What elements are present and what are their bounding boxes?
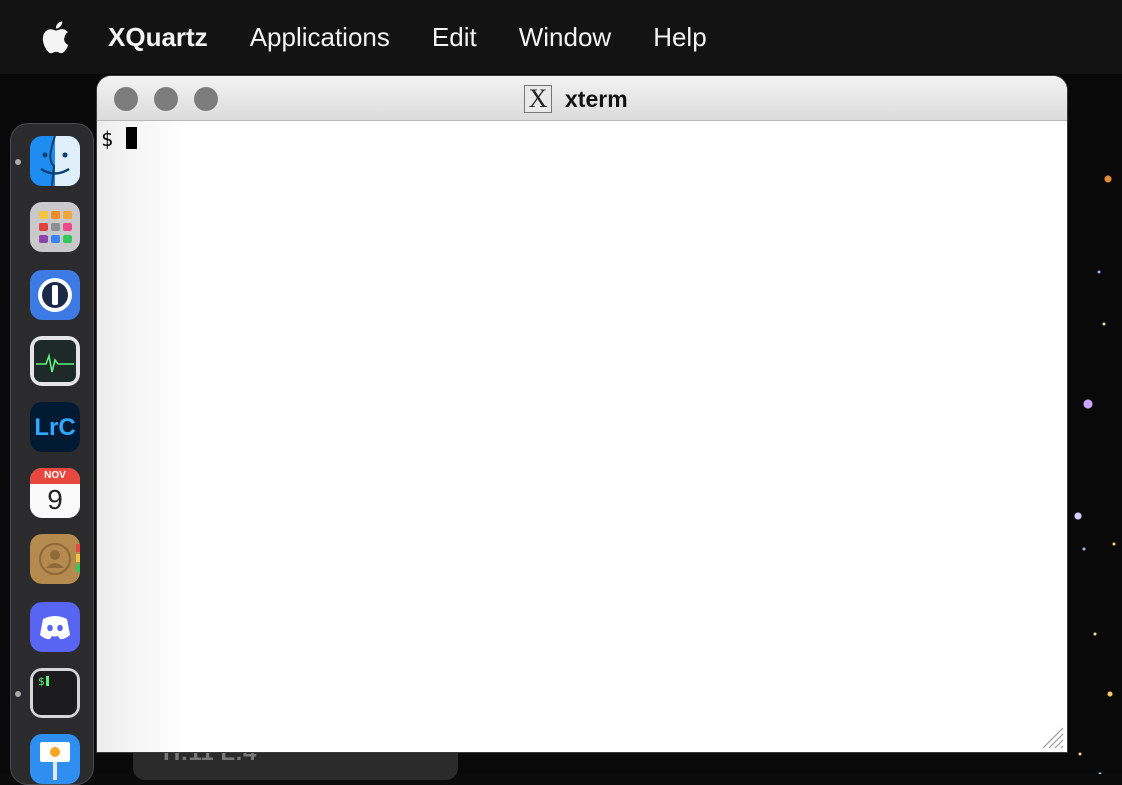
dock: LrC NOV 9 $ [10, 123, 94, 785]
x11-icon: X [524, 85, 552, 113]
window-title: xterm [565, 85, 628, 112]
terminal-icon[interactable]: $ [30, 668, 80, 718]
contacts-icon[interactable] [30, 534, 80, 584]
calendar-icon[interactable]: NOV 9 [30, 468, 80, 518]
discord-icon[interactable] [30, 602, 80, 652]
apple-logo-icon[interactable] [40, 20, 70, 54]
menu-bar: XQuartz Applications Edit Window Help [0, 0, 1122, 74]
window-title-group: X xterm [524, 85, 628, 113]
keynote-icon[interactable] [30, 734, 80, 784]
lightroom-classic-icon[interactable]: LrC [30, 402, 80, 452]
menu-window[interactable]: Window [519, 22, 611, 53]
resize-grip-icon[interactable] [1039, 724, 1065, 750]
window-titlebar[interactable]: X xterm [97, 76, 1067, 121]
shell-prompt: $ [101, 127, 114, 151]
terminal-area[interactable]: $ [97, 121, 1067, 752]
running-indicator [15, 159, 21, 165]
xterm-window[interactable]: X xterm $ [97, 76, 1067, 752]
finder-icon[interactable] [30, 136, 80, 186]
terminal-prompt-glyph: $ [38, 675, 45, 688]
menu-applications[interactable]: Applications [250, 22, 390, 53]
launchpad-icon[interactable] [30, 202, 80, 252]
close-button[interactable] [114, 87, 138, 111]
running-indicator [15, 691, 21, 697]
minimize-button[interactable] [154, 87, 178, 111]
menu-app-xquartz[interactable]: XQuartz [108, 22, 208, 53]
lrc-label: LrC [34, 414, 75, 441]
activity-monitor-icon[interactable] [30, 336, 80, 386]
text-cursor [126, 127, 137, 149]
calendar-month: NOV [30, 468, 80, 484]
menu-edit[interactable]: Edit [432, 22, 477, 53]
menu-help[interactable]: Help [653, 22, 706, 53]
calendar-day: 9 [47, 484, 63, 515]
zoom-button[interactable] [194, 87, 218, 111]
1password-icon[interactable] [30, 270, 80, 320]
